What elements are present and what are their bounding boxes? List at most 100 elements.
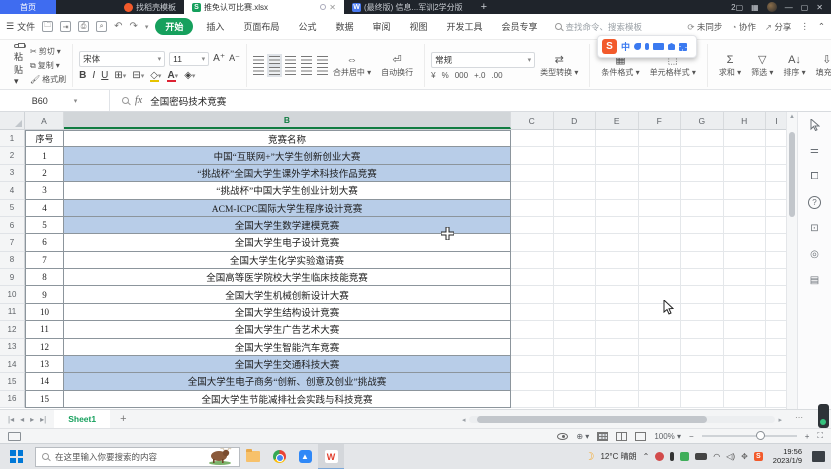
cell-empty[interactable] (724, 356, 767, 373)
cell-empty[interactable] (596, 200, 639, 217)
cell-empty[interactable] (639, 130, 682, 147)
cell-empty[interactable] (596, 304, 639, 321)
cell-a[interactable]: 6 (25, 234, 64, 251)
row-number[interactable]: 8 (0, 252, 25, 269)
weather-text[interactable]: 12°C 晴朗 (600, 451, 636, 462)
cell-empty[interactable] (596, 182, 639, 199)
cell-b[interactable]: 全国大学生电子商务“创新、创意及创业”挑战赛 (64, 373, 511, 390)
tab-writer-doc[interactable]: W (最终版) 信息...军训2学分版 (344, 0, 471, 14)
zoom-out-button[interactable]: − (689, 432, 694, 441)
cell-empty[interactable] (596, 234, 639, 251)
share-button[interactable]: ↗ 分享 (765, 21, 792, 33)
cell-empty[interactable] (511, 217, 554, 234)
ribbon-tab-view[interactable]: 视图 (403, 18, 433, 35)
row-number[interactable]: 9 (0, 269, 25, 286)
cell-a[interactable]: 11 (25, 321, 64, 338)
cell-empty[interactable] (554, 200, 597, 217)
sync-status[interactable]: ⟳ 未同步 (687, 21, 722, 33)
tab-home[interactable]: 首页 (0, 0, 56, 14)
percent-icon[interactable]: % (442, 71, 449, 80)
row-number[interactable]: 12 (0, 321, 25, 338)
row-number[interactable]: 4 (0, 182, 25, 199)
currency-icon[interactable]: ¥ (431, 71, 435, 80)
cell-empty[interactable] (681, 391, 724, 408)
borders-icon[interactable]: ⊞▾ (114, 70, 126, 81)
cell-a[interactable]: 10 (25, 304, 64, 321)
cell-empty[interactable] (511, 356, 554, 373)
cell-empty[interactable] (511, 286, 554, 303)
more-options-icon[interactable]: ⋯ (795, 413, 804, 422)
cell-empty[interactable] (511, 321, 554, 338)
cut-button[interactable]: ✂ 剪切 ▾ (30, 46, 66, 57)
zoom-slider[interactable] (702, 435, 797, 437)
ribbon-tab-insert[interactable]: 插入 (200, 18, 230, 35)
cell-b[interactable]: 全国大学生化学实验邀请赛 (64, 252, 511, 269)
zoom-formula-icon[interactable] (122, 97, 129, 104)
cell-empty[interactable] (724, 252, 767, 269)
cell-empty[interactable] (639, 269, 682, 286)
paste-button[interactable]: 粘贴 ▾ (10, 44, 30, 87)
decrease-indent-icon[interactable] (301, 56, 312, 64)
font-size-select[interactable]: 11▾ (169, 52, 209, 66)
navigate-compass-icon[interactable]: ◎ (808, 248, 821, 261)
column-header-b-selected[interactable]: B (64, 112, 511, 129)
formula-value[interactable]: 全国密码技术竞赛 (150, 94, 226, 108)
sort-button[interactable]: A↓ 排序 ▾ (778, 44, 810, 87)
move-cross-icon[interactable]: ✥ (741, 452, 748, 461)
cell-b[interactable]: 全国高等医学院校大学生临床技能竞赛 (64, 269, 511, 286)
cell-b[interactable]: 全国大学生交通科技大赛 (64, 356, 511, 373)
notification-center-icon[interactable] (812, 451, 825, 462)
taskbar-blue-app[interactable]: ▲ (292, 444, 318, 469)
vertical-scrollbar[interactable]: ▲ (786, 112, 797, 409)
ime-pen-icon[interactable] (634, 43, 641, 50)
add-sheet-button[interactable]: + (110, 413, 136, 425)
zoom-in-button[interactable]: + (805, 432, 810, 441)
eraser-icon[interactable]: ◈▾ (184, 70, 195, 81)
cell-empty[interactable] (511, 165, 554, 182)
properties-sliders-icon[interactable]: ⚌ (808, 144, 821, 157)
cell-empty[interactable] (639, 252, 682, 269)
export-table-icon[interactable]: ⊡ (808, 222, 821, 235)
cell-empty[interactable] (554, 130, 597, 147)
scroll-right-icon[interactable]: ▸ (778, 416, 782, 424)
cell-empty[interactable] (511, 391, 554, 408)
cell-empty[interactable] (554, 373, 597, 390)
cell-a[interactable]: 14 (25, 373, 64, 390)
cell-empty[interactable] (511, 130, 554, 147)
number-format-select[interactable]: 常规▾ (431, 52, 535, 68)
cell-empty[interactable] (639, 182, 682, 199)
ribbon-tab-page-layout[interactable]: 页面布局 (237, 18, 285, 35)
cell-a[interactable]: 7 (25, 252, 64, 269)
cell-empty[interactable] (554, 269, 597, 286)
cell-empty[interactable] (766, 356, 787, 373)
horizontal-scroll-track[interactable] (469, 416, 776, 423)
reading-book-icon[interactable]: ▤ (808, 274, 821, 287)
cell-a[interactable]: 4 (25, 200, 64, 217)
cell-empty[interactable] (681, 339, 724, 356)
column-header-a[interactable]: A (25, 112, 64, 129)
cell-empty[interactable] (511, 182, 554, 199)
help-icon[interactable]: ? (808, 196, 821, 209)
cell-a[interactable]: 12 (25, 339, 64, 356)
row-number[interactable]: 1 (0, 130, 25, 147)
ribbon-tab-home[interactable]: 开始 (155, 18, 193, 35)
cell-empty[interactable] (596, 391, 639, 408)
ribbon-tab-review[interactable]: 审阅 (366, 18, 396, 35)
cell-a[interactable]: 15 (25, 391, 64, 408)
cell-empty[interactable] (596, 252, 639, 269)
cell-empty[interactable] (596, 286, 639, 303)
column-header-c[interactable]: C (511, 112, 554, 129)
cell-empty[interactable] (511, 252, 554, 269)
multi-window-icon[interactable]: 2▢ (731, 3, 743, 12)
zoom-level[interactable]: 100% ▾ (654, 432, 681, 441)
cell-empty[interactable] (766, 130, 787, 147)
new-tab-button[interactable]: + (471, 0, 497, 14)
cell-a[interactable]: 9 (25, 286, 64, 303)
fx-icon[interactable]: fx (135, 95, 142, 106)
collapse-ribbon-icon[interactable]: ⌃ (818, 21, 825, 32)
cell-empty[interactable] (766, 339, 787, 356)
cell-b[interactable]: 全国大学生机械创新设计大赛 (64, 286, 511, 303)
taskbar-chrome[interactable] (266, 444, 292, 469)
cell-empty[interactable] (724, 165, 767, 182)
scroll-left-icon[interactable]: ◂ (462, 416, 466, 424)
